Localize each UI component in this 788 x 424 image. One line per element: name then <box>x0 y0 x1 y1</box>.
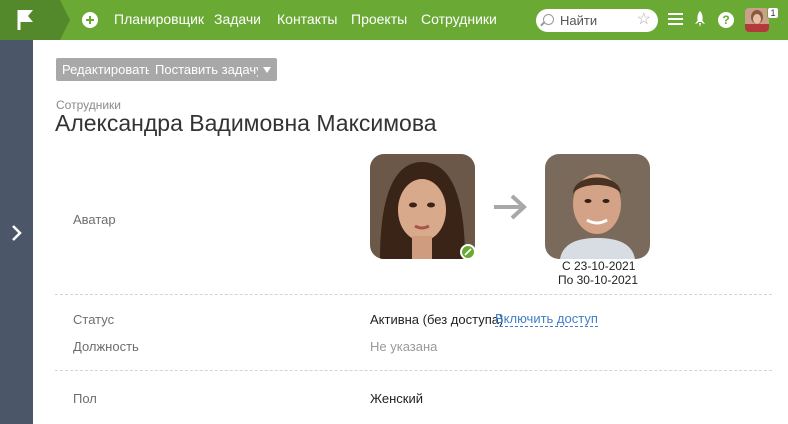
edit-button[interactable]: Редактировать <box>56 58 158 81</box>
nav-item-tasks[interactable]: Задачи <box>214 11 261 27</box>
gender-label: Пол <box>73 391 97 406</box>
avatar-to-date: По 30-10-2021 <box>558 273 639 287</box>
nav-item-contacts[interactable]: Контакты <box>277 11 337 27</box>
notification-badge: 1 <box>767 7 779 19</box>
search-box[interactable]: ☆ <box>536 9 658 32</box>
star-icon[interactable]: ☆ <box>637 11 651 29</box>
plus-icon[interactable] <box>82 12 98 28</box>
position-value: Не указана <box>370 339 438 354</box>
scheduled-avatar-photo[interactable] <box>545 154 650 259</box>
dropdown-caret-icon[interactable] <box>258 58 277 81</box>
edit-icon[interactable] <box>460 244 476 260</box>
position-label: Должность <box>73 339 139 354</box>
gender-value: Женский <box>370 391 423 406</box>
flag-logo-icon <box>17 10 33 30</box>
page-title: Александра Вадимовна Максимова <box>55 110 437 136</box>
chevron-right-icon[interactable] <box>8 223 24 243</box>
nav-item-employees[interactable]: Сотрудники <box>421 11 497 27</box>
avatar-label: Аватар <box>73 212 116 227</box>
enable-access-link[interactable]: Включить доступ <box>495 312 598 327</box>
nav-item-planner[interactable]: Планировщик <box>114 11 204 27</box>
help-icon[interactable]: ? <box>718 12 734 28</box>
divider <box>55 370 772 371</box>
divider <box>55 294 772 295</box>
user-avatar[interactable] <box>745 8 769 32</box>
nav-item-projects[interactable]: Проекты <box>351 11 407 27</box>
avatar-from-date: С 23-10-2021 <box>562 259 636 273</box>
status-value: Активна (без доступа) <box>370 312 504 327</box>
rocket-icon[interactable] <box>693 10 707 28</box>
search-icon <box>543 14 554 25</box>
app-logo[interactable] <box>0 0 70 40</box>
assign-task-button[interactable]: Поставить задачу <box>149 58 269 81</box>
side-panel[interactable] <box>0 40 33 424</box>
status-label: Статус <box>73 312 115 327</box>
search-input[interactable] <box>560 13 632 28</box>
current-avatar-photo[interactable] <box>370 154 475 259</box>
top-nav-bar: Планировщик Задачи Контакты Проекты Сотр… <box>0 0 788 40</box>
arrow-right-icon <box>494 194 527 220</box>
menu-icon[interactable] <box>668 13 683 25</box>
